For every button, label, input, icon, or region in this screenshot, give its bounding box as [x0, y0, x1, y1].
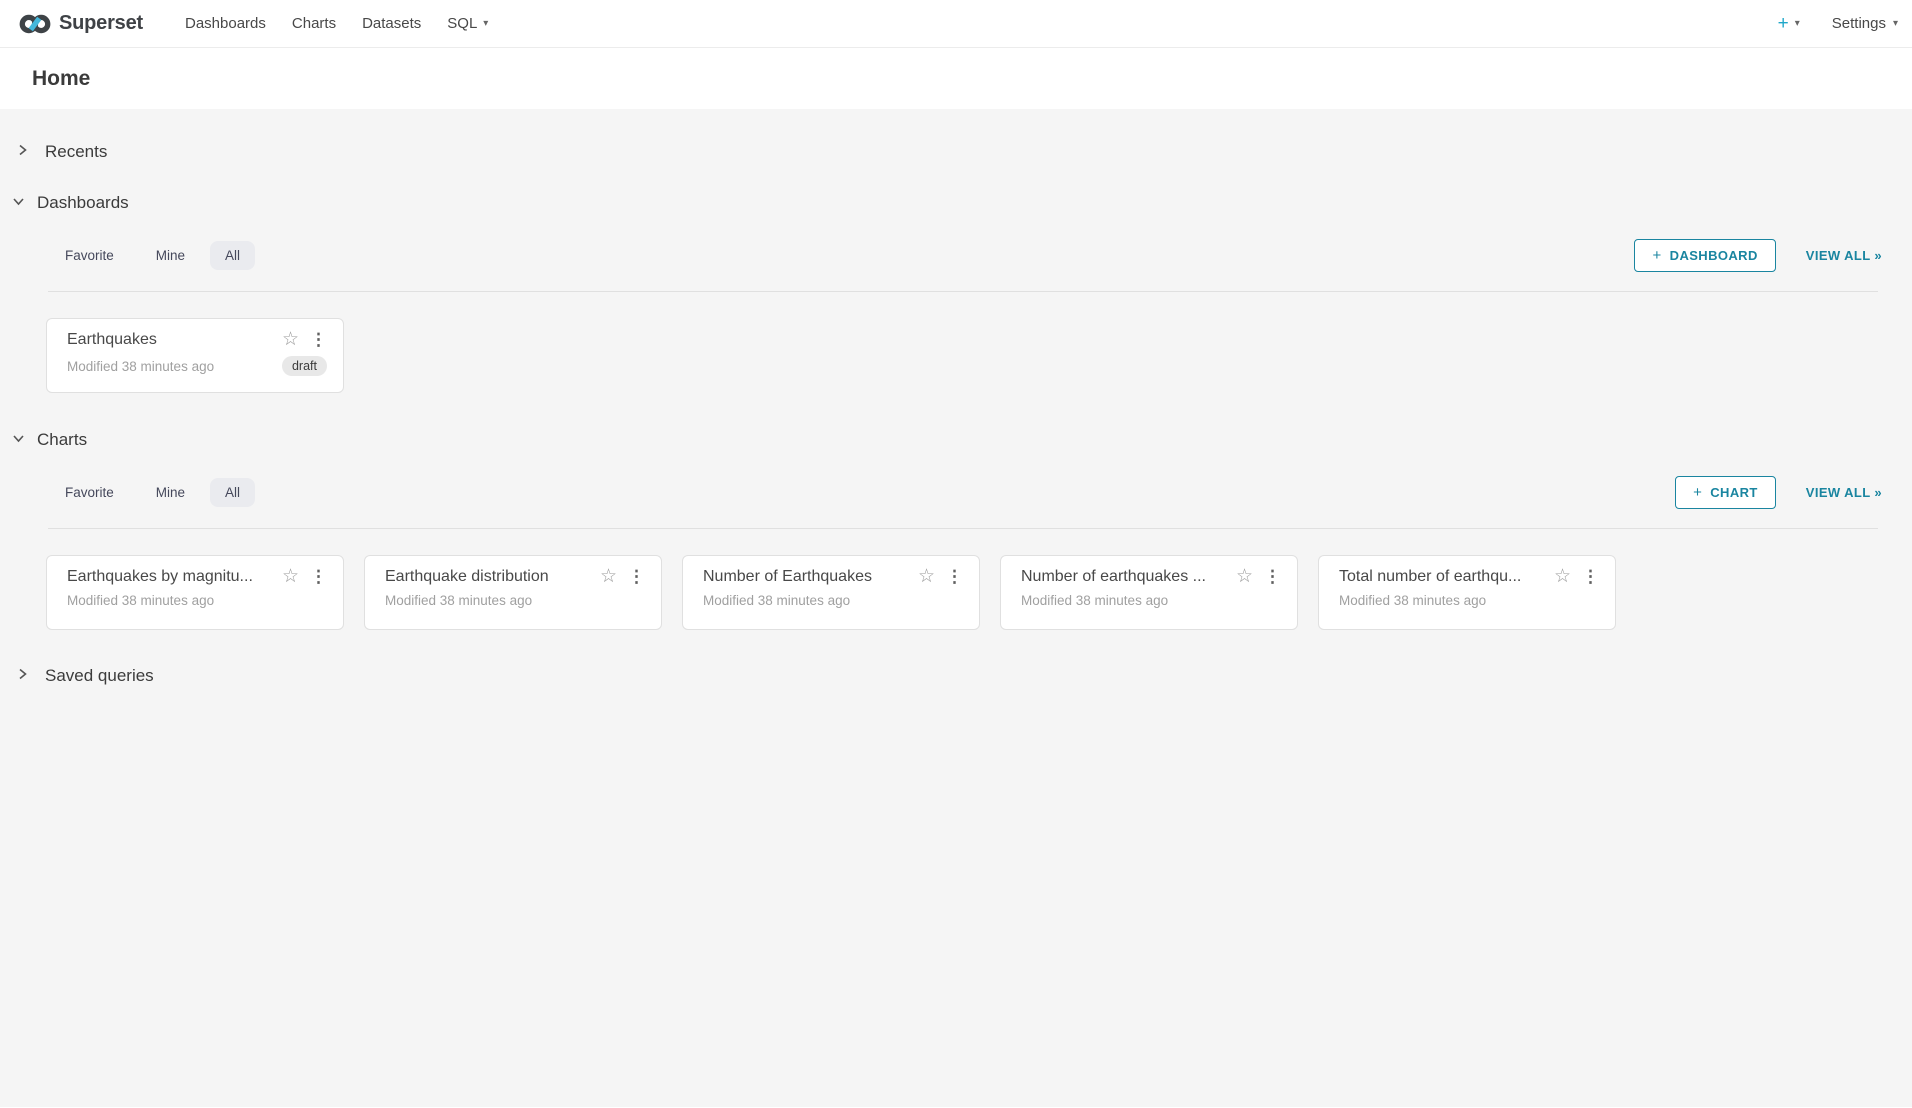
dashboards-view-all-link[interactable]: VIEW ALL » [1806, 248, 1882, 263]
dashboards-controls-row: Favorite Mine All + DASHBOARD VIEW ALL » [0, 239, 1912, 272]
page-title: Home [32, 67, 90, 91]
nav-item-charts[interactable]: Charts [292, 15, 336, 32]
card-title: Number of earthquakes ... [1021, 568, 1228, 586]
charts-controls-row: Favorite Mine All + CHART VIEW ALL » [0, 476, 1912, 509]
chevron-right-icon [17, 667, 28, 685]
new-chart-button[interactable]: + CHART [1675, 476, 1776, 509]
card-title: Earthquakes [67, 331, 274, 349]
superset-logo[interactable]: Superset [18, 12, 143, 36]
section-label: Charts [37, 430, 87, 450]
nav-item-sql[interactable]: SQL ▾ [447, 15, 488, 32]
tab-favorite[interactable]: Favorite [65, 485, 114, 500]
navbar: Superset Dashboards Charts Datasets SQL … [0, 0, 1912, 48]
superset-infinity-icon [18, 12, 52, 36]
plus-icon: + [1652, 247, 1661, 264]
caret-down-icon: ▾ [1893, 19, 1898, 29]
main-content: Recents Dashboards Favorite Mine All + D… [0, 109, 1912, 1107]
card-title: Total number of earthqu... [1339, 568, 1546, 586]
dashboards-tabs: Favorite Mine All [65, 241, 255, 270]
section-charts-header[interactable]: Charts [0, 430, 1912, 450]
kebab-menu-icon[interactable]: ⋮ [1582, 568, 1599, 585]
star-icon[interactable]: ☆ [600, 567, 617, 586]
title-bar: Home [0, 48, 1912, 109]
section-recents-header[interactable]: Recents [0, 109, 1912, 162]
nav-menu: Dashboards Charts Datasets SQL ▾ [159, 15, 488, 32]
star-icon[interactable]: ☆ [1236, 567, 1253, 586]
kebab-menu-icon[interactable]: ⋮ [946, 568, 963, 585]
new-dashboard-button[interactable]: + DASHBOARD [1634, 239, 1775, 272]
tab-favorite[interactable]: Favorite [65, 248, 114, 263]
card-modified: Modified 38 minutes ago [703, 593, 850, 608]
card-title: Number of Earthquakes [703, 568, 910, 586]
settings-label: Settings [1832, 15, 1886, 32]
card-title: Earthquake distribution [385, 568, 592, 586]
chart-card[interactable]: Number of Earthquakes ☆ ⋮ Modified 38 mi… [682, 555, 980, 630]
kebab-menu-icon[interactable]: ⋮ [310, 331, 327, 348]
chart-card[interactable]: Number of earthquakes ... ☆ ⋮ Modified 3… [1000, 555, 1298, 630]
card-modified: Modified 38 minutes ago [1021, 593, 1168, 608]
chevron-down-icon [12, 194, 25, 212]
section-saved-queries-header[interactable]: Saved queries [0, 666, 1912, 686]
caret-down-icon: ▾ [1795, 19, 1800, 29]
card-modified: Modified 38 minutes ago [385, 593, 532, 608]
charts-view-all-link[interactable]: VIEW ALL » [1806, 485, 1882, 500]
chart-card[interactable]: Earthquakes by magnitu... ☆ ⋮ Modified 3… [46, 555, 344, 630]
chart-card[interactable]: Total number of earthqu... ☆ ⋮ Modified … [1318, 555, 1616, 630]
chevron-down-icon [12, 431, 25, 449]
charts-cards-row: Earthquakes by magnitu... ☆ ⋮ Modified 3… [46, 555, 1912, 630]
card-modified: Modified 38 minutes ago [67, 359, 214, 374]
star-icon[interactable]: ☆ [918, 567, 935, 586]
section-label: Dashboards [37, 193, 129, 213]
caret-down-icon: ▾ [483, 19, 488, 29]
dashboards-cards-row: Earthquakes ☆ ⋮ Modified 38 minutes ago … [46, 318, 1912, 393]
plus-icon: + [1693, 484, 1702, 501]
settings-menu[interactable]: Settings ▾ [1832, 15, 1898, 32]
section-dashboards-header[interactable]: Dashboards [0, 193, 1912, 213]
plus-icon: + [1778, 14, 1789, 33]
chart-card[interactable]: Earthquake distribution ☆ ⋮ Modified 38 … [364, 555, 662, 630]
nav-item-datasets[interactable]: Datasets [362, 15, 421, 32]
kebab-menu-icon[interactable]: ⋮ [628, 568, 645, 585]
charts-tabs: Favorite Mine All [65, 478, 255, 507]
tab-mine[interactable]: Mine [156, 485, 185, 500]
section-label: Recents [45, 142, 107, 162]
kebab-menu-icon[interactable]: ⋮ [1264, 568, 1281, 585]
card-modified: Modified 38 minutes ago [1339, 593, 1486, 608]
star-icon[interactable]: ☆ [1554, 567, 1571, 586]
nav-item-dashboards[interactable]: Dashboards [185, 15, 266, 32]
tab-all[interactable]: All [210, 478, 255, 507]
star-icon[interactable]: ☆ [282, 330, 299, 349]
star-icon[interactable]: ☆ [282, 567, 299, 586]
new-item-menu[interactable]: + ▾ [1778, 14, 1800, 33]
chevron-right-icon [17, 143, 28, 161]
dashboard-card[interactable]: Earthquakes ☆ ⋮ Modified 38 minutes ago … [46, 318, 344, 393]
card-modified: Modified 38 minutes ago [67, 593, 214, 608]
tab-all[interactable]: All [210, 241, 255, 270]
brand-text: Superset [59, 12, 143, 35]
divider [48, 291, 1878, 292]
kebab-menu-icon[interactable]: ⋮ [310, 568, 327, 585]
card-title: Earthquakes by magnitu... [67, 568, 274, 586]
section-label: Saved queries [45, 666, 154, 686]
divider [48, 528, 1878, 529]
tab-mine[interactable]: Mine [156, 248, 185, 263]
draft-badge: draft [282, 356, 327, 376]
